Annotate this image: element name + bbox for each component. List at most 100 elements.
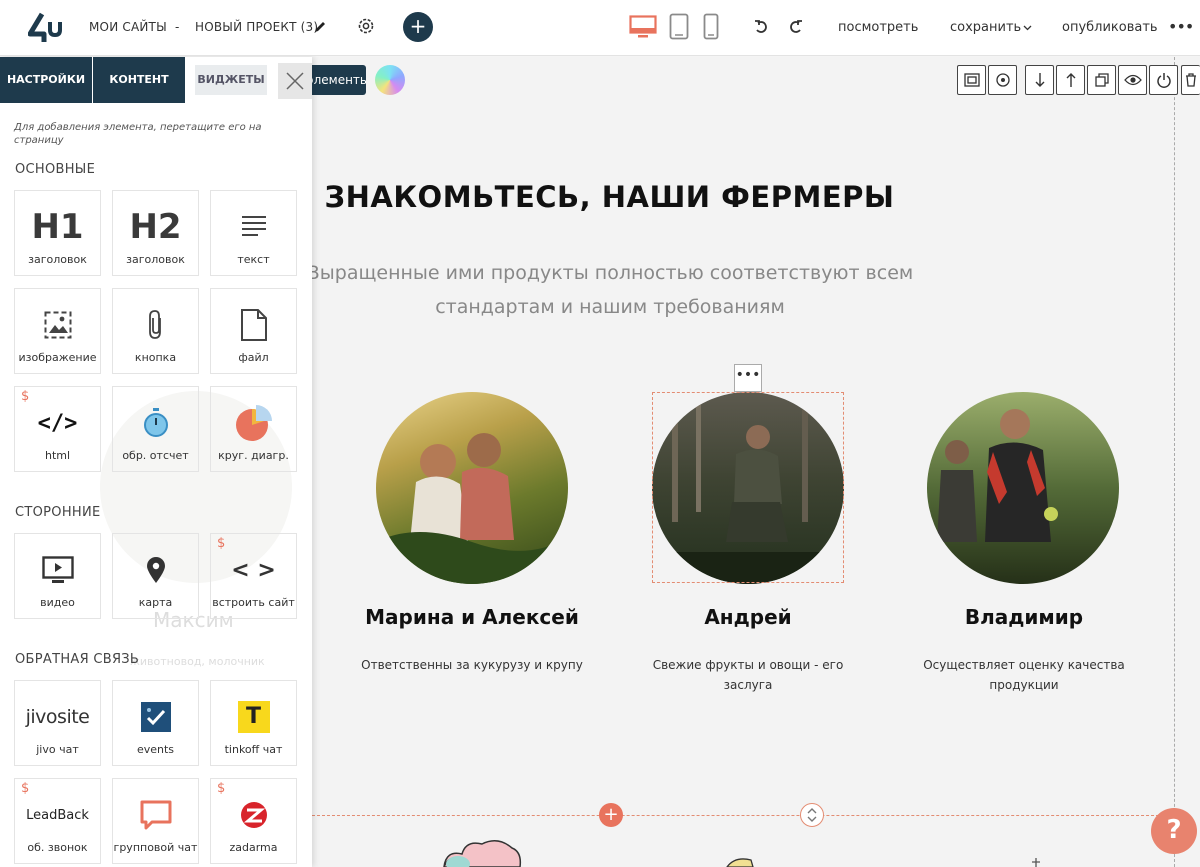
stopwatch-icon [113,405,198,441]
events-icon [113,699,198,735]
section-title[interactable]: ЗНАКОМЬТЕСЬ, НАШИ ФЕРМЕРЫ [312,180,907,214]
farmer-photo-1[interactable] [376,392,568,584]
publish-link[interactable]: опубликовать [1062,20,1158,35]
heading2-icon: H2 [129,207,182,247]
undo-icon[interactable] [754,20,769,35]
preview-link[interactable]: посмотреть [838,20,918,35]
widget-text[interactable]: текст [210,190,297,276]
move-up-icon[interactable] [1056,65,1085,95]
section-boundary [1174,57,1175,867]
add-page-button[interactable]: + [403,12,433,42]
farmer-photo-3[interactable] [927,392,1119,584]
farmer-name-3[interactable]: Владимир [904,605,1144,629]
widget-button[interactable]: кнопка [112,288,199,374]
widget-video[interactable]: видео [14,533,101,619]
my-sites-link[interactable]: МОИ САЙТЫ [89,20,167,34]
illustration-fragment-3 [1032,858,1040,867]
close-panel-button[interactable] [278,63,312,99]
farmer-desc-1[interactable]: Ответственны за кукурузу и крупу [352,655,592,675]
jivosite-logo: jivosite [25,706,90,728]
tab-widgets[interactable]: ВИДЖЕТЫ [195,65,267,95]
widget-image[interactable]: изображение [14,288,101,374]
widget-map[interactable]: карта [112,533,199,619]
move-down-icon[interactable] [1025,65,1054,95]
widget-label: обр. отсчет [122,449,189,462]
section-basic-title: ОСНОВНЫЕ [15,162,96,177]
selected-image-frame [652,392,844,583]
widgets-panel: НАСТРОЙКИ КОНТЕНТ ВИДЖЕТЫ Для добавления… [0,57,312,867]
ghost-desc: животновод, молочник [130,655,265,668]
widget-h1[interactable]: H1 заголовок [14,190,101,276]
save-dropdown[interactable]: сохранить [950,20,1021,35]
farmer-desc-2[interactable]: Свежие фрукты и овощи - его заслуга [628,655,868,695]
embed-icon: < > [231,557,276,583]
widget-file[interactable]: файл [210,288,297,374]
widget-label: заголовок [28,253,87,266]
widget-label: встроить сайт [212,596,295,609]
target-icon[interactable] [988,65,1017,95]
elements-button[interactable]: элементы [304,65,366,95]
widget-pie-chart[interactable]: круг. диагр. [210,386,297,472]
logo-icon[interactable] [28,12,64,46]
zadarma-icon [211,797,296,833]
paid-badge: $ [21,389,30,404]
widget-jivo[interactable]: jivosite jivo чат [14,680,101,766]
add-section-button[interactable]: + [599,803,623,827]
pencil-icon[interactable] [314,21,326,33]
tab-settings[interactable]: НАСТРОЙКИ [0,57,92,103]
widget-label: изображение [18,351,97,364]
trash-icon[interactable] [1181,65,1200,95]
map-pin-icon [113,552,198,588]
widget-label: zadarma [229,841,278,854]
widget-label: файл [238,351,269,364]
farmer-name-2[interactable]: Андрей [628,605,868,629]
widget-events[interactable]: events [112,680,199,766]
widget-group-chat[interactable]: групповой чат [112,778,199,864]
gear-icon[interactable] [356,16,376,36]
widget-leadback[interactable]: $ LeadBack об. звонок [14,778,101,864]
eye-icon[interactable] [1118,65,1147,95]
paid-badge: $ [217,781,226,796]
farmer-desc-3[interactable]: Осуществляет оценку качества продукции [904,655,1144,695]
widget-html[interactable]: $ </> html [14,386,101,472]
widget-label: круг. диагр. [218,449,289,462]
color-picker-button[interactable] [375,65,405,95]
fit-frame-icon[interactable] [957,65,986,95]
widget-label: карта [138,596,173,609]
chat-bubble-icon [113,797,198,833]
help-button[interactable]: ? [1151,808,1197,854]
paid-badge: $ [21,781,30,796]
tab-content[interactable]: КОНТЕНТ [93,57,185,103]
subtitle-line-1: Выращенные ими продукты полностью соотве… [306,262,914,284]
more-menu-button[interactable]: ••• [1168,17,1194,36]
widget-tinkoff[interactable]: T tinkoff чат [210,680,297,766]
project-name[interactable]: НОВЫЙ ПРОЕКТ (3) [195,20,318,34]
widget-label: events [136,743,175,756]
desktop-icon[interactable] [629,15,657,39]
duplicate-icon[interactable] [1087,65,1116,95]
widget-label: видео [40,596,75,609]
widget-label: jivo чат [36,743,79,756]
mobile-icon[interactable] [703,13,719,40]
widget-countdown[interactable]: обр. отсчет [112,386,199,472]
delete-tool [1181,65,1200,95]
widget-embed[interactable]: $ < > встроить сайт [210,533,297,619]
leadback-logo: LeadBack [26,807,89,823]
file-icon [211,307,296,343]
tinkoff-icon: T [211,699,296,735]
image-options-button[interactable]: ••• [734,364,762,392]
section-subtitle[interactable]: Выращенные ими продукты полностью соотве… [290,256,930,324]
redo-icon[interactable] [788,20,803,35]
farmer-name-1[interactable]: Марина и Алексей [352,605,592,629]
widget-h2[interactable]: H2 заголовок [112,190,199,276]
code-icon: </> [37,410,78,436]
widget-label: tinkoff чат [224,743,283,756]
top-bar: МОИ САЙТЫ - НОВЫЙ ПРОЕКТ (3) + посмотрет… [0,0,1200,56]
resize-section-button[interactable] [800,803,824,827]
power-icon[interactable] [1149,65,1178,95]
image-icon [15,307,100,343]
widget-zadarma[interactable]: $ zadarma [210,778,297,864]
tablet-icon[interactable] [669,13,689,40]
video-icon [15,552,100,588]
tinkoff-logo: T [237,701,270,733]
